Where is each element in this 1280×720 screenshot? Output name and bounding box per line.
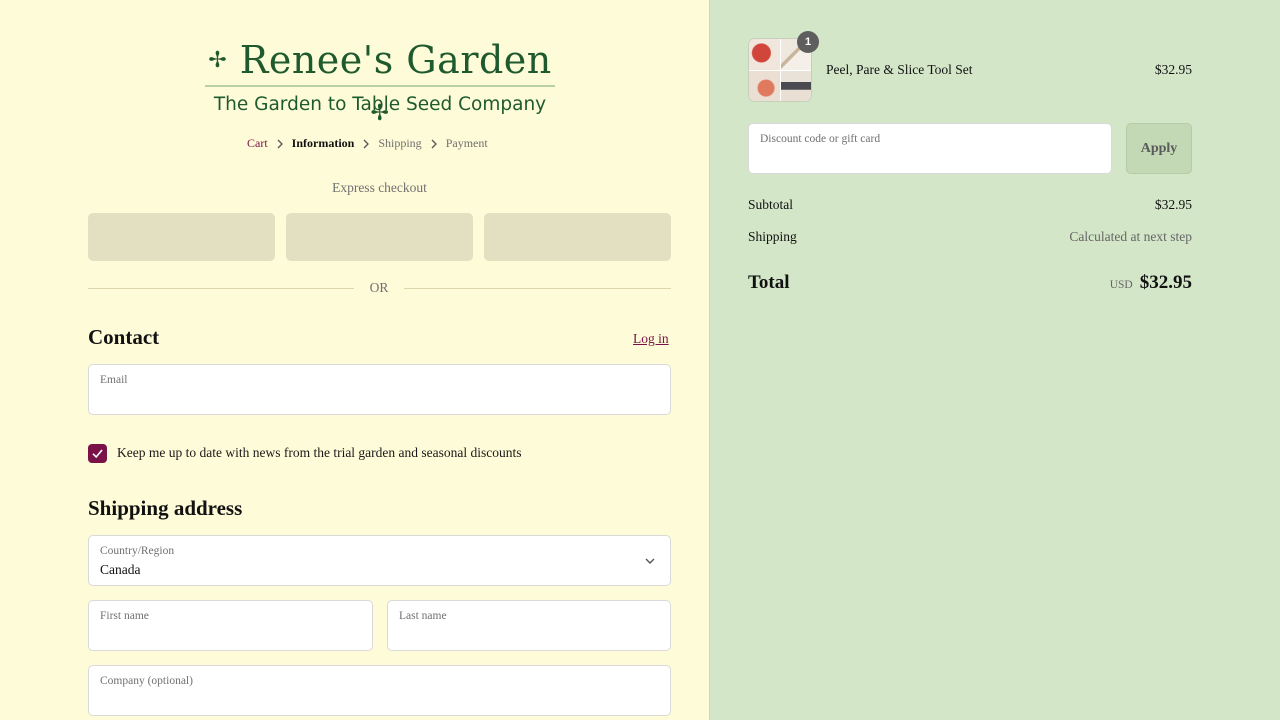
discount-code-field[interactable]: Discount code or gift card [748, 123, 1112, 174]
contact-heading: Contact [88, 325, 160, 349]
checkmark-icon [92, 449, 103, 459]
express-pay-button-1[interactable] [88, 213, 275, 261]
subtotal-label: Subtotal [748, 197, 794, 212]
product-image-quadrant [749, 39, 780, 70]
leaf-sprig-icon: ✢ [208, 48, 228, 73]
checkout-main-panel: ✢ Renee's Garden ✢ The Garden to Table S… [0, 0, 709, 720]
product-image-quadrant [749, 71, 780, 101]
logo-divider [205, 85, 555, 87]
login-link[interactable]: Log in [633, 331, 669, 347]
newsletter-label[interactable]: Keep me up to date with news from the tr… [117, 445, 522, 461]
breadcrumb-cart[interactable]: Cart [247, 136, 268, 151]
discount-code-label: Discount code or gift card [760, 133, 881, 145]
breadcrumb-shipping: Shipping [378, 135, 422, 150]
chevron-down-icon [645, 558, 655, 564]
chevron-right-icon [354, 136, 378, 151]
express-pay-button-2[interactable] [286, 213, 473, 261]
or-divider: OR [88, 280, 671, 298]
product-price: $32.95 [1154, 62, 1192, 77]
currency-code: USD [1109, 279, 1133, 291]
country-select-value: Canada [100, 562, 141, 577]
brand-logo[interactable]: ✢ Renee's Garden ✢ The Garden to Table S… [205, 34, 555, 126]
order-summary-panel [709, 0, 1280, 720]
company-label: Company (optional) [100, 675, 193, 687]
email-field[interactable]: Email [88, 364, 671, 415]
divider-line [404, 288, 671, 289]
or-text: OR [369, 280, 389, 295]
quantity-badge: 1 [797, 31, 819, 53]
subtotal-value: $32.95 [1154, 197, 1192, 212]
newsletter-checkbox[interactable] [88, 444, 107, 463]
shipping-address-heading: Shipping address [88, 496, 243, 520]
chevron-right-icon [422, 136, 446, 151]
total-amount: USD $32.95 [1110, 272, 1192, 294]
breadcrumb-payment: Payment [445, 135, 488, 150]
total-value: $32.95 [1139, 272, 1192, 293]
shipping-label: Shipping [748, 229, 797, 244]
last-name-field[interactable]: Last name [387, 600, 671, 651]
logo-tagline: The Garden to Table Seed Company [213, 94, 547, 115]
express-checkout-label: Express checkout [332, 180, 427, 195]
divider-line [88, 288, 354, 289]
country-select-label: Country/Region [100, 545, 175, 557]
first-name-field[interactable]: First name [88, 600, 373, 651]
email-field-label: Email [100, 374, 128, 386]
company-field[interactable]: Company (optional) [88, 665, 671, 716]
total-label: Total [748, 272, 790, 293]
last-name-label: Last name [399, 610, 447, 622]
apply-discount-button[interactable]: Apply [1126, 123, 1192, 174]
chevron-right-icon [268, 136, 292, 151]
shipping-value: Calculated at next step [1069, 229, 1192, 244]
country-select[interactable]: Country/Region Canada [88, 535, 671, 586]
product-image-quadrant [781, 71, 811, 101]
breadcrumb-information: Information [291, 135, 355, 150]
product-name: Peel, Pare & Slice Tool Set [826, 62, 973, 77]
express-pay-button-3[interactable] [484, 213, 671, 261]
logo-wordmark: ✢ Renee's Garden ✢ [208, 38, 552, 126]
first-name-label: First name [100, 610, 149, 622]
breadcrumb: Cart Information Shipping Payment [0, 135, 709, 151]
